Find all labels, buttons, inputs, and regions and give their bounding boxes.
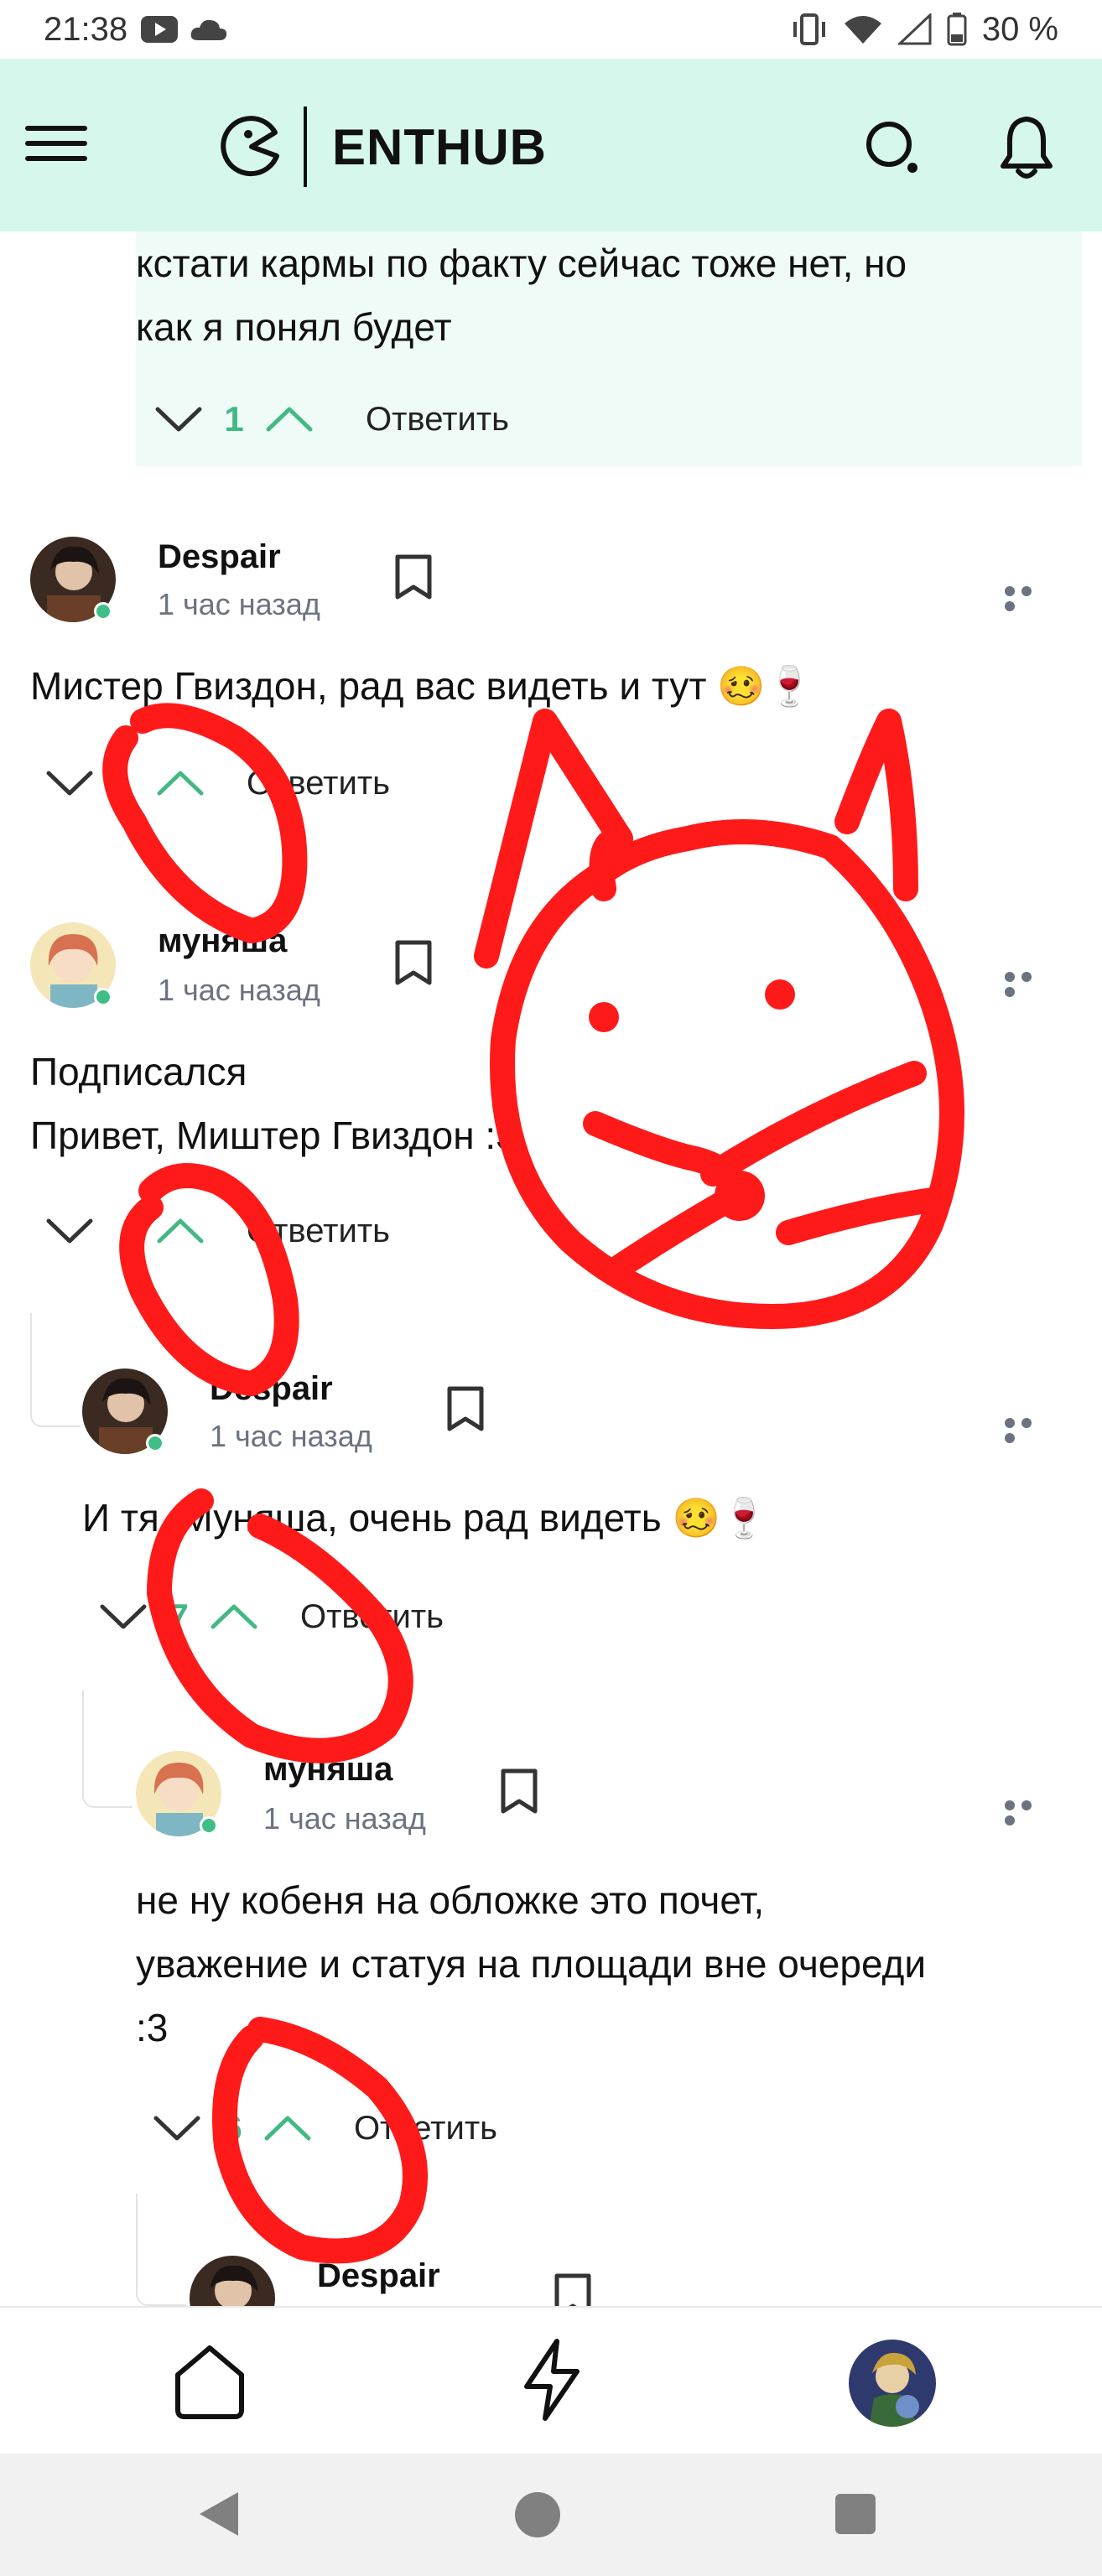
app-header: ENTHUB	[0, 59, 1102, 231]
profile-avatar[interactable]	[849, 2340, 936, 2427]
avatar-image	[190, 2256, 275, 2306]
vote-up-icon[interactable]	[263, 404, 315, 434]
comment-author[interactable]: Despair	[317, 2257, 440, 2295]
menu-button[interactable]	[25, 126, 87, 166]
comment: муняша 1 час назад Подписался Привет, Ми…	[0, 919, 1102, 1322]
comment-body: Мистер Гвиздон, рад вас видеть и тут 🥴🍷	[30, 654, 814, 718]
comment-line: И тя, Муняша, очень рад видеть 🥴🍷	[82, 1496, 769, 1540]
home-button[interactable]	[515, 2492, 560, 2537]
reply-button[interactable]: Ответить	[354, 2110, 497, 2148]
bookmark-icon[interactable]	[444, 1385, 486, 1432]
status-bar: 21:38 30 %	[0, 0, 1102, 59]
comment-body: не ну кобеня на обложке это почет, уваже…	[136, 1868, 926, 2059]
vote-down-icon[interactable]	[153, 404, 205, 434]
comment-line: уважение и статуя на площади вне очереди	[136, 1942, 927, 1986]
comment-score: 7	[169, 1597, 189, 1636]
comment-line: Привет, Миштер Гвиздон :3	[30, 1114, 517, 1157]
vote-down-icon[interactable]	[151, 2113, 203, 2143]
comment-reply: Despair 1 час назад И тя, Муняша, очень …	[0, 1365, 1102, 1717]
avatar[interactable]	[190, 2256, 275, 2306]
comment-body: И тя, Муняша, очень рад видеть 🥴🍷	[82, 1486, 768, 1550]
comment-actions: Ответить	[44, 1206, 390, 1256]
more-options-icon[interactable]	[1005, 971, 1052, 997]
signal-icon	[897, 13, 932, 45]
vote-up-icon[interactable]	[154, 1216, 206, 1246]
menu-icon-line	[25, 156, 87, 161]
comment-time: 1 час назад	[263, 1801, 426, 1836]
system-navigation-bar	[0, 2454, 1102, 2576]
comment-time: 1 час назад	[158, 587, 320, 621]
comment: Despair 1 час назад Мистер Гвиздон, рад …	[0, 533, 1102, 869]
vote-down-icon[interactable]	[44, 768, 96, 798]
logo-pacman-icon	[221, 116, 279, 177]
comment-author[interactable]: муняша	[263, 1751, 392, 1789]
comment-time: 1 час назад	[210, 1419, 372, 1453]
profile-avatar-image	[849, 2340, 936, 2427]
comment-line: Мистер Гвиздон, рад вас видеть и тут 🥴🍷	[30, 664, 814, 708]
battery-level: 30 %	[981, 10, 1058, 48]
comment-line: Подписался	[30, 1050, 247, 1093]
comment-line: не ну кобеня на обложке это почет,	[136, 1878, 765, 1922]
back-icon[interactable]	[195, 2489, 242, 2539]
comment-author[interactable]: муняша	[158, 922, 287, 960]
comment-author[interactable]: Despair	[210, 1370, 333, 1408]
logo-text: ENTHUB	[332, 118, 547, 175]
online-indicator	[94, 602, 112, 621]
bottom-navigation	[0, 2306, 1102, 2454]
status-time: 21:38	[44, 10, 128, 48]
bookmark-icon[interactable]	[392, 553, 434, 600]
comment-line: кстати кармы по факту сейчас тоже нет, н…	[136, 242, 907, 285]
comment-reply: Despair	[0, 2252, 1102, 2306]
notifications-bell-icon[interactable]	[998, 114, 1055, 181]
menu-icon-line	[25, 141, 87, 146]
comment-line: :3	[136, 2006, 169, 2049]
reply-button[interactable]: Ответить	[247, 765, 390, 802]
vote-up-icon[interactable]	[154, 768, 206, 798]
home-icon[interactable]	[171, 2341, 248, 2422]
comment-time: 1 час назад	[158, 973, 320, 1007]
comment-actions: 7 Ответить	[97, 1592, 444, 1642]
vote-up-icon[interactable]	[208, 1602, 260, 1632]
online-indicator	[146, 1434, 164, 1452]
vote-down-icon[interactable]	[97, 1602, 149, 1632]
online-indicator	[94, 988, 112, 1006]
comment-reply: муняша 1 час назад не ну кобеня на облож…	[0, 1748, 1102, 2217]
comment-score: 6	[222, 2108, 242, 2148]
recent-apps-button[interactable]	[835, 2494, 876, 2534]
comment-actions: 6 Ответить	[151, 2103, 497, 2153]
more-options-icon[interactable]	[1005, 1417, 1052, 1443]
comment-body: кстати кармы по факту сейчас тоже нет, н…	[136, 231, 907, 359]
comments-feed: кстати кармы по факту сейчас тоже нет, н…	[0, 231, 1102, 2306]
youtube-icon	[141, 16, 179, 43]
bookmark-icon[interactable]	[498, 1768, 540, 1815]
bookmark-icon[interactable]	[392, 939, 434, 986]
more-options-icon[interactable]	[1005, 1800, 1052, 1826]
vibrate-icon	[793, 13, 825, 45]
comment-actions: Ответить	[44, 758, 390, 808]
reply-button[interactable]: Ответить	[300, 1598, 444, 1636]
reply-button[interactable]: Ответить	[366, 401, 509, 439]
vote-down-icon[interactable]	[44, 1216, 96, 1246]
comment-author[interactable]: Despair	[158, 538, 281, 576]
menu-icon-line	[25, 126, 87, 131]
comment-actions: 1 Ответить	[153, 399, 509, 439]
comment-score: 1	[224, 399, 244, 439]
logo[interactable]: ENTHUB	[220, 106, 547, 187]
wifi-icon	[844, 16, 881, 44]
battery-icon	[947, 13, 967, 46]
online-indicator	[200, 1816, 218, 1835]
reply-button[interactable]: Ответить	[247, 1213, 390, 1250]
more-options-icon[interactable]	[1005, 585, 1052, 611]
logo-separator	[304, 106, 307, 187]
search-icon[interactable]	[864, 119, 923, 178]
vote-up-icon[interactable]	[262, 2113, 314, 2143]
bookmark-icon[interactable]	[552, 2272, 594, 2306]
lightning-icon[interactable]	[520, 2338, 584, 2422]
comment-body: Подписался Привет, Миштер Гвиздон :3	[30, 1040, 517, 1167]
comment-line: как я понял будет	[136, 305, 452, 349]
cloud-icon	[190, 19, 227, 40]
previous-comment: кстати кармы по факту сейчас тоже нет, н…	[136, 231, 1082, 466]
